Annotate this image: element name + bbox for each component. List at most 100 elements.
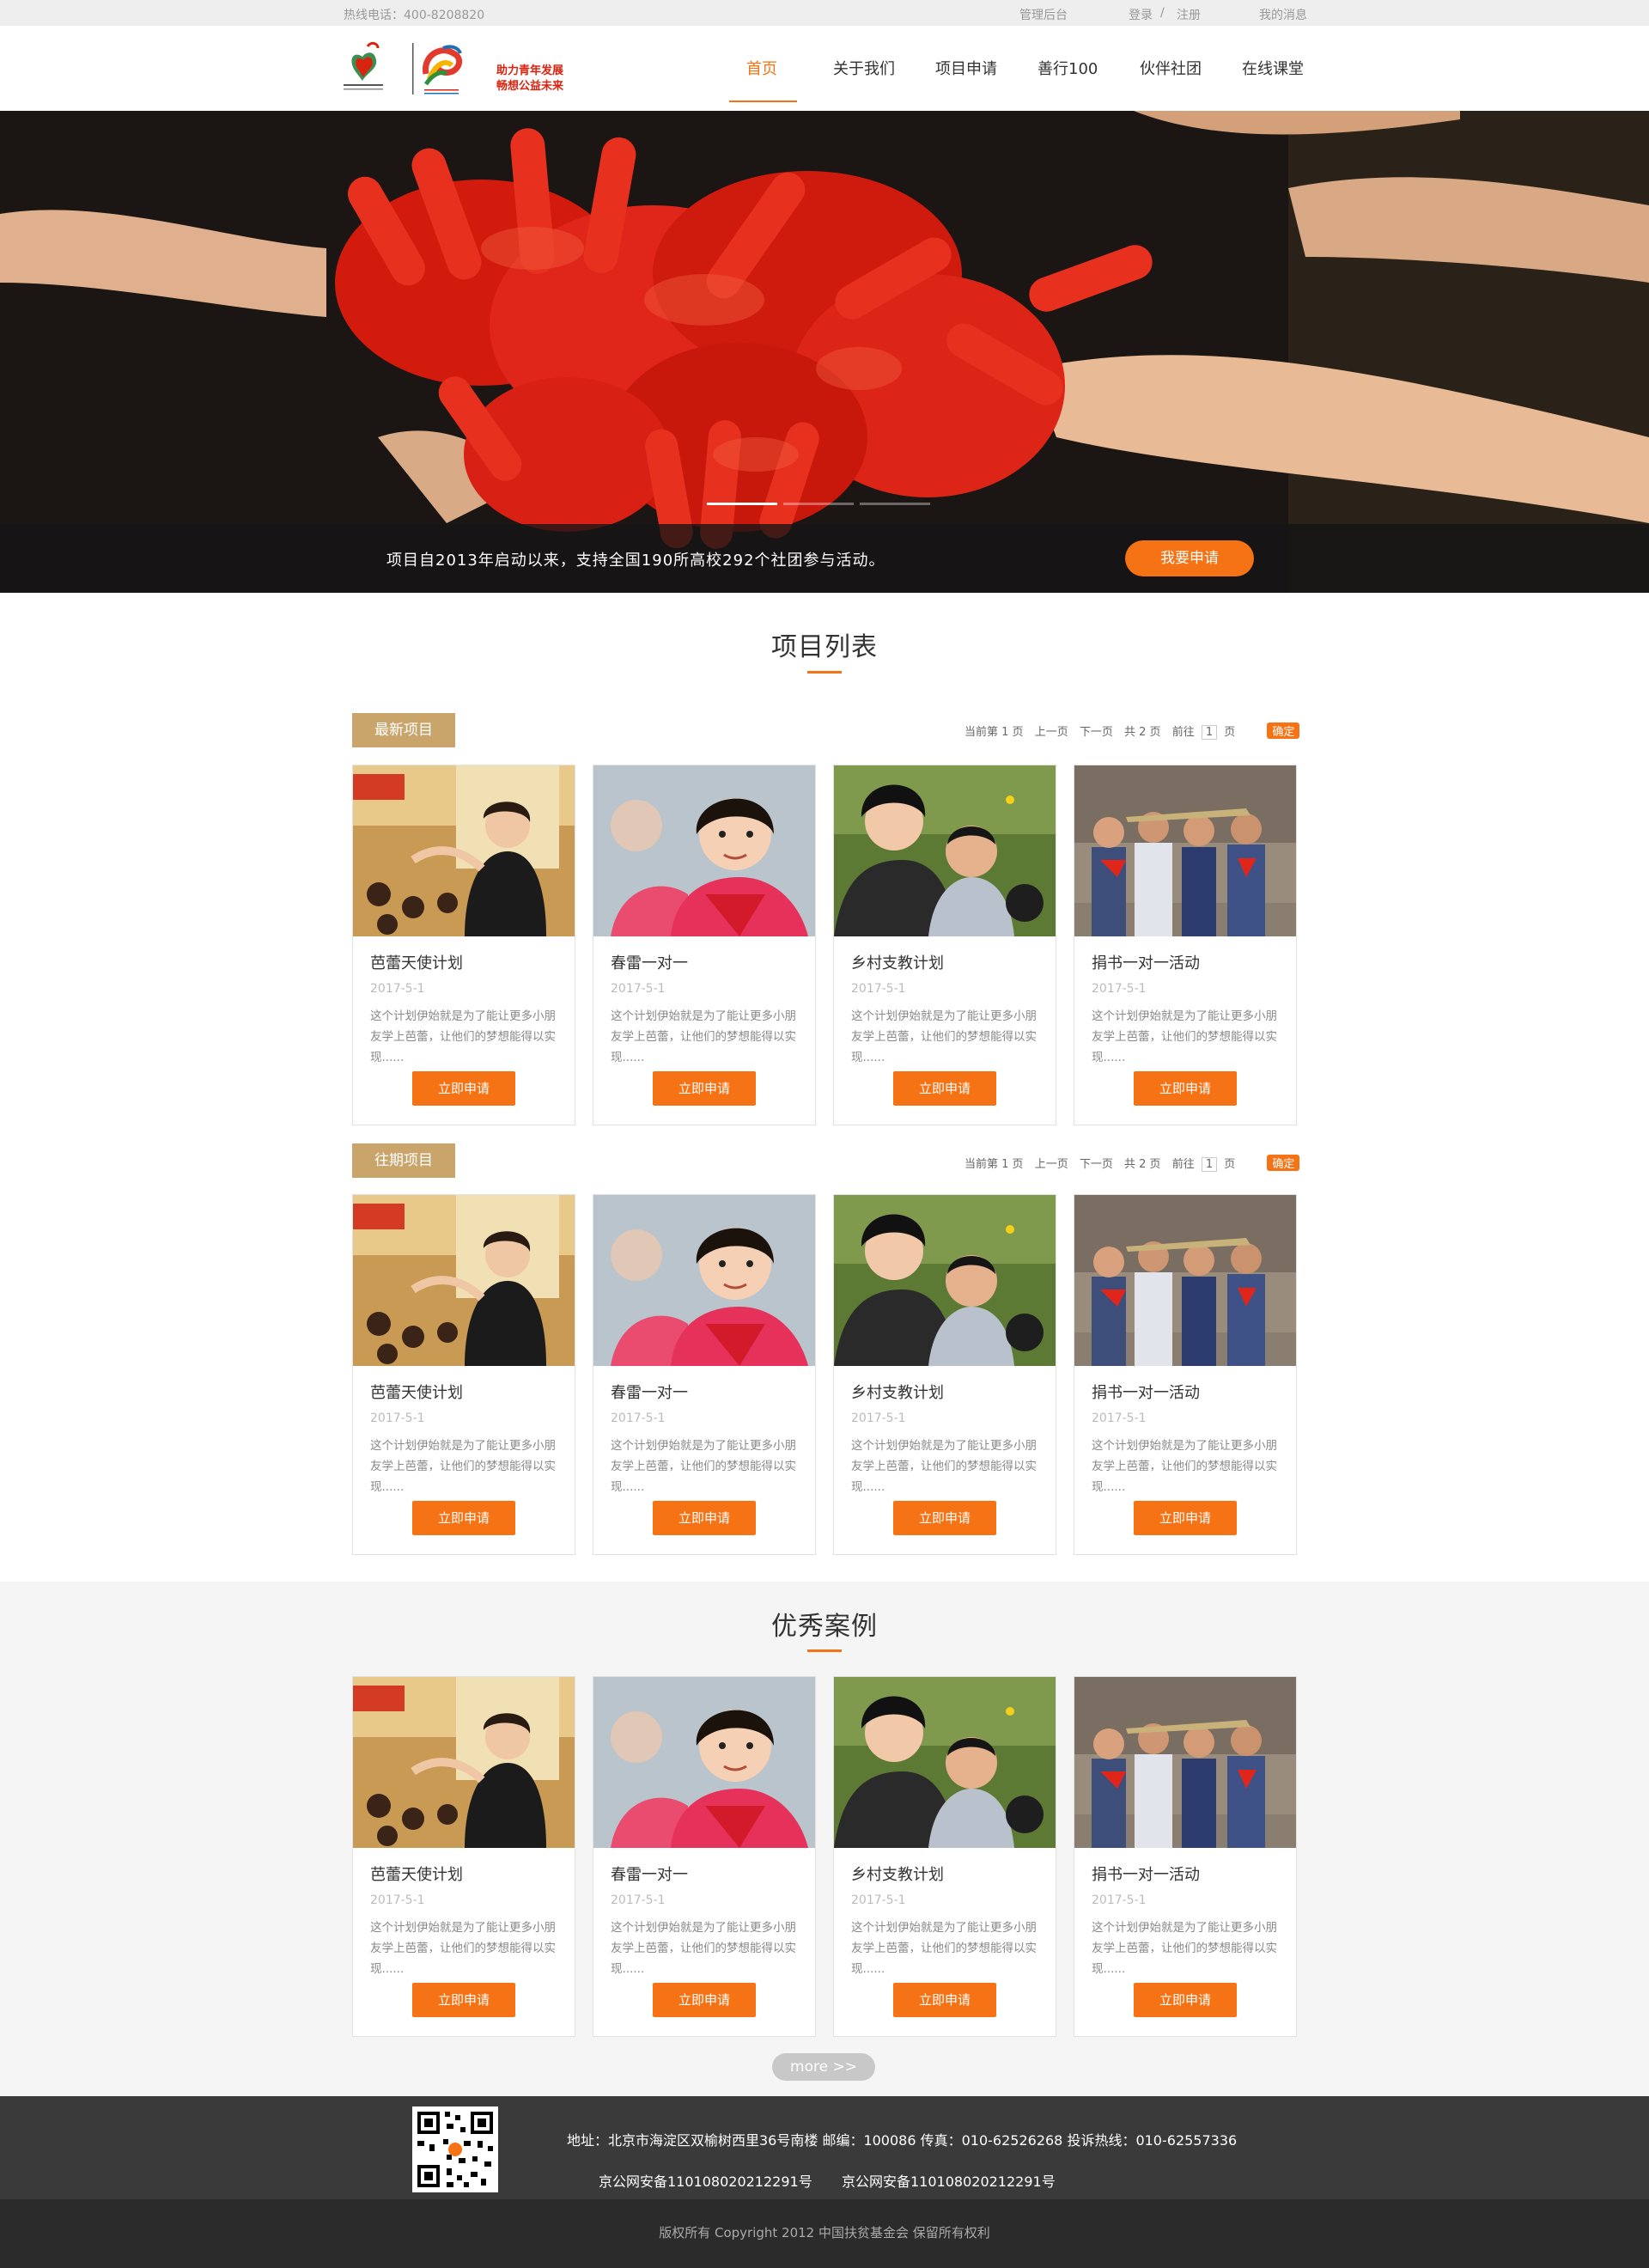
- project-date: 2017-5-1: [1092, 1893, 1147, 1907]
- apply-now-button[interactable]: 立即申请: [893, 1501, 996, 1535]
- apply-now-button[interactable]: 立即申请: [412, 1501, 515, 1535]
- project-card[interactable]: 芭蕾天使计划 2017-5-1 这个计划伊始就是为了能让更多小朋友学上芭蕾，让他们的…: [352, 1194, 575, 1555]
- project-date: 2017-5-1: [1092, 982, 1147, 996]
- project-date: 2017-5-1: [851, 982, 906, 996]
- slide-indicators: [707, 503, 930, 505]
- apply-now-button[interactable]: 立即申请: [412, 1071, 515, 1106]
- pager-page-input[interactable]: 1: [1201, 725, 1218, 740]
- project-name[interactable]: 芭蕾天使计划: [370, 1863, 463, 1885]
- project-card[interactable]: 春雷一对一 2017-5-1 这个计划伊始就是为了能让更多小朋友学上芭蕾，让他们的梦…: [593, 765, 816, 1125]
- site-footer: 地址：北京市海淀区双榆树西里36号南楼 邮编：100086 传真：010-625…: [0, 2096, 1649, 2199]
- project-name[interactable]: 捐书一对一活动: [1092, 1381, 1200, 1403]
- project-photo[interactable]: [834, 1677, 1056, 1848]
- pager-prev[interactable]: 上一页: [1035, 1158, 1068, 1171]
- nav-online-classroom[interactable]: 在线课堂: [1242, 57, 1304, 79]
- project-card[interactable]: 芭蕾天使计划 2017-5-1 这个计划伊始就是为了能让更多小朋友学上芭蕾，让他们的…: [352, 1676, 575, 2037]
- project-date: 2017-5-1: [611, 1893, 666, 1907]
- foundation-logo-mark: [344, 41, 463, 94]
- pager-goto: 前往: [1171, 1158, 1195, 1171]
- project-photo[interactable]: [1074, 765, 1296, 936]
- logo-slogan: 助力青年发展 畅想公益未来: [496, 64, 563, 94]
- project-date: 2017-5-1: [611, 982, 666, 996]
- apply-now-button[interactable]: 立即申请: [653, 1983, 756, 2017]
- apply-now-button[interactable]: 立即申请: [653, 1071, 756, 1106]
- pager-page-input[interactable]: 1: [1201, 1157, 1218, 1172]
- project-card[interactable]: 捐书一对一活动 2017-5-1 这个计划伊始就是为了能让更多小朋友学上芭蕾，让他们…: [1074, 1676, 1297, 2037]
- project-name[interactable]: 芭蕾天使计划: [370, 951, 463, 973]
- past-pager: 当前第 1 页 上一页 下一页 共 2 页 前往 1 页 确定: [964, 1155, 1307, 1172]
- pager-next[interactable]: 下一页: [1080, 1158, 1113, 1171]
- pager-prev[interactable]: 上一页: [1035, 726, 1068, 739]
- project-name[interactable]: 乡村支教计划: [851, 1863, 944, 1885]
- project-card[interactable]: 芭蕾天使计划 2017-5-1 这个计划伊始就是为了能让更多小朋友学上芭蕾，让他们的…: [352, 765, 575, 1125]
- apply-now-button[interactable]: 立即申请: [1134, 1983, 1237, 2017]
- apply-now-button[interactable]: 我要申请: [1125, 540, 1254, 576]
- apply-now-button[interactable]: 立即申请: [1134, 1071, 1237, 1106]
- nav-about-us[interactable]: 关于我们: [833, 57, 895, 79]
- footer-icp-1[interactable]: 京公网安备110108020212291号: [599, 2170, 812, 2191]
- project-date: 2017-5-1: [1092, 1411, 1147, 1425]
- project-card[interactable]: 捐书一对一活动 2017-5-1 这个计划伊始就是为了能让更多小朋友学上芭蕾，让他们…: [1074, 1194, 1297, 1555]
- my-messages-link[interactable]: 我的消息: [1259, 6, 1307, 23]
- nav-home[interactable]: 首页: [746, 57, 777, 79]
- site-header: 助力青年发展 畅想公益未来 首页 关于我们 项目申请 善行100 伙伴社团 在线…: [0, 26, 1649, 111]
- project-description: 这个计划伊始就是为了能让更多小朋友学上芭蕾，让他们的梦想能得以实现......: [1092, 1009, 1277, 1064]
- slide-dot-2[interactable]: [783, 503, 854, 505]
- project-date: 2017-5-1: [370, 1411, 425, 1425]
- apply-now-button[interactable]: 立即申请: [1134, 1501, 1237, 1535]
- more-button[interactable]: more >>: [772, 2053, 875, 2081]
- project-photo[interactable]: [593, 765, 815, 936]
- project-description: 这个计划伊始就是为了能让更多小朋友学上芭蕾，让他们的梦想能得以实现......: [370, 1921, 556, 1976]
- pager-page-unit: 页: [1224, 1158, 1236, 1171]
- project-card[interactable]: 乡村支教计划 2017-5-1 这个计划伊始就是为了能让更多小朋友学上芭蕾，让他们的…: [833, 1676, 1056, 2037]
- nav-partner-clubs[interactable]: 伙伴社团: [1140, 57, 1202, 79]
- project-card[interactable]: 乡村支教计划 2017-5-1 这个计划伊始就是为了能让更多小朋友学上芭蕾，让他们的…: [833, 1194, 1056, 1555]
- project-card[interactable]: 春雷一对一 2017-5-1 这个计划伊始就是为了能让更多小朋友学上芭蕾，让他们的梦…: [593, 1676, 816, 2037]
- project-name[interactable]: 芭蕾天使计划: [370, 1381, 463, 1403]
- login-register-separator: /: [1160, 6, 1165, 20]
- project-name[interactable]: 春雷一对一: [611, 1863, 688, 1885]
- project-photo[interactable]: [1074, 1195, 1296, 1366]
- pager-next[interactable]: 下一页: [1080, 726, 1113, 739]
- project-card[interactable]: 捐书一对一活动 2017-5-1 这个计划伊始就是为了能让更多小朋友学上芭蕾，让他们…: [1074, 765, 1297, 1125]
- project-photo[interactable]: [834, 765, 1056, 936]
- pager-total: 共 2 页: [1124, 726, 1161, 739]
- nav-good-deeds-100[interactable]: 善行100: [1037, 57, 1098, 79]
- project-photo[interactable]: [1074, 1677, 1296, 1848]
- hotline-text: 热线电话：400-8208820: [344, 9, 485, 22]
- pager-confirm-button[interactable]: 确定: [1267, 722, 1300, 739]
- project-photo[interactable]: [834, 1195, 1056, 1366]
- apply-now-button[interactable]: 立即申请: [653, 1501, 756, 1535]
- admin-link[interactable]: 管理后台: [1019, 6, 1068, 23]
- apply-now-button[interactable]: 立即申请: [412, 1983, 515, 2017]
- slide-dot-1[interactable]: [707, 503, 777, 505]
- project-name[interactable]: 春雷一对一: [611, 1381, 688, 1403]
- slide-dot-3[interactable]: [860, 503, 930, 505]
- past-projects-tag[interactable]: 往期项目: [352, 1143, 455, 1178]
- nav-project-apply[interactable]: 项目申请: [935, 57, 997, 79]
- project-photo[interactable]: [353, 1677, 575, 1848]
- footer-icp-2[interactable]: 京公网安备110108020212291号: [842, 2170, 1056, 2191]
- project-photo[interactable]: [353, 765, 575, 936]
- project-list-title: 项目列表: [771, 632, 878, 662]
- project-photo[interactable]: [353, 1195, 575, 1366]
- apply-now-button[interactable]: 立即申请: [893, 1071, 996, 1106]
- project-photo[interactable]: [593, 1195, 815, 1366]
- project-name[interactable]: 春雷一对一: [611, 951, 688, 973]
- project-name[interactable]: 捐书一对一活动: [1092, 1863, 1200, 1885]
- project-card[interactable]: 春雷一对一 2017-5-1 这个计划伊始就是为了能让更多小朋友学上芭蕾，让他们的梦…: [593, 1194, 816, 1555]
- project-name[interactable]: 乡村支教计划: [851, 1381, 944, 1403]
- register-link[interactable]: 注册: [1177, 6, 1201, 23]
- apply-now-button[interactable]: 立即申请: [893, 1983, 996, 2017]
- pager-confirm-button[interactable]: 确定: [1267, 1155, 1300, 1171]
- pager-current: 当前第 1 页: [964, 726, 1024, 739]
- project-name[interactable]: 捐书一对一活动: [1092, 951, 1200, 973]
- latest-projects-tag[interactable]: 最新项目: [352, 713, 455, 747]
- project-card[interactable]: 乡村支教计划 2017-5-1 这个计划伊始就是为了能让更多小朋友学上芭蕾，让他们的…: [833, 765, 1056, 1125]
- project-description: 这个计划伊始就是为了能让更多小朋友学上芭蕾，让他们的梦想能得以实现......: [851, 1009, 1037, 1064]
- login-link[interactable]: 登录: [1129, 6, 1153, 23]
- project-name[interactable]: 乡村支教计划: [851, 951, 944, 973]
- excellent-cases-title-underline: [807, 1649, 842, 1652]
- project-photo[interactable]: [593, 1677, 815, 1848]
- top-utility-bar: 热线电话：400-8208820 管理后台 登录 / 注册 我的消息: [0, 0, 1649, 26]
